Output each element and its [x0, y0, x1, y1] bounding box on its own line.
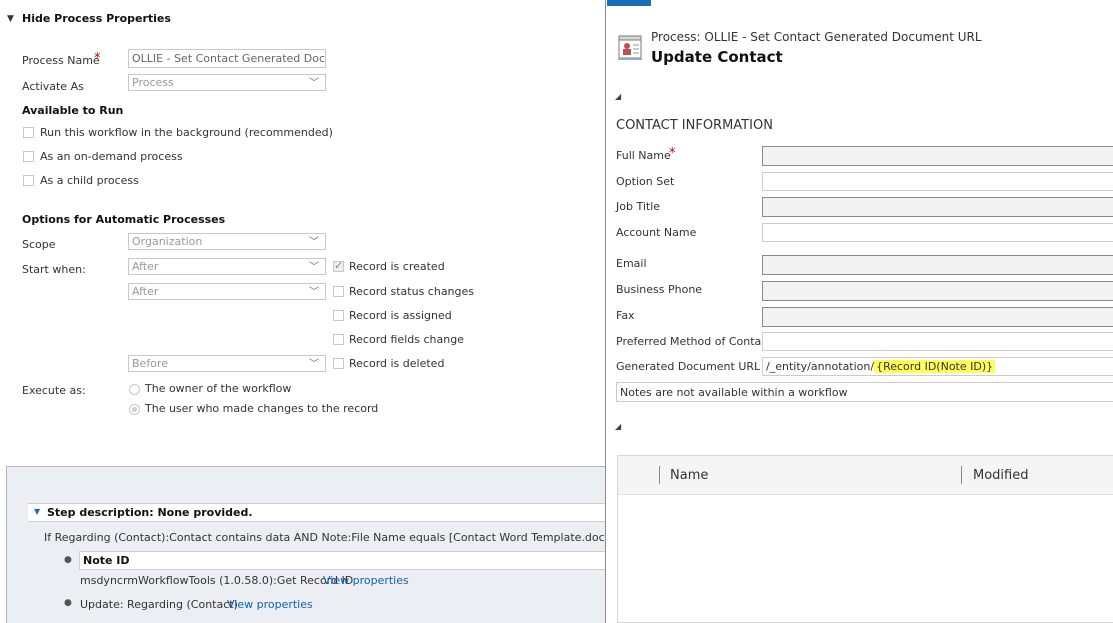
process-name-label: Process Name [22, 54, 100, 67]
form-title: Update Contact [651, 48, 783, 66]
column-name-header[interactable]: Name [670, 468, 708, 483]
bullet-icon: ● [64, 555, 72, 565]
view-properties-link-1[interactable]: View properties [323, 574, 409, 587]
record-created-label: Record is created [349, 260, 445, 273]
account-name-label: Account Name [616, 226, 697, 239]
business-phone-label: Business Phone [616, 283, 703, 296]
scope-value: Organization [132, 235, 203, 248]
after-value-1: After [132, 260, 159, 273]
preferred-contact-label: Preferred Method of Contact [616, 335, 772, 348]
exec-user-radio[interactable] [129, 404, 140, 415]
required-marker: * [669, 146, 676, 161]
generated-doc-url-label: Generated Document URL [616, 360, 761, 373]
notes-box: Notes are not available within a workflo… [616, 382, 1113, 402]
record-deleted-label: Record is deleted [349, 357, 445, 370]
column-modified-header[interactable]: Modified [973, 468, 1028, 483]
chevron-down-icon: ﹀ [309, 262, 319, 273]
exec-owner-label: The owner of the workflow [145, 382, 292, 395]
step-condition: If Regarding (Contact):Contact contains … [44, 531, 652, 544]
option-set-field[interactable] [762, 172, 1113, 191]
collapse-triangle-icon[interactable]: ▼ [7, 14, 14, 24]
record-assigned-checkbox[interactable] [333, 310, 344, 321]
before-select[interactable]: Before ﹀ [128, 355, 326, 372]
url-prefix: /_entity/annotation/ [766, 360, 875, 373]
activate-as-select[interactable]: Process ﹀ [128, 74, 326, 91]
automatic-options-heading: Options for Automatic Processes [22, 213, 226, 226]
activate-as-value: Process [132, 76, 174, 89]
subgrid: Name Modified [617, 455, 1113, 623]
run-background-label: Run this workflow in the background (rec… [40, 126, 333, 139]
job-title-field[interactable] [762, 197, 1113, 217]
execute-as-label: Execute as: [22, 384, 86, 397]
before-value: Before [132, 357, 168, 370]
step1-title: Note ID [83, 554, 130, 567]
notes-text: Notes are not available within a workflo… [620, 386, 848, 399]
fax-field[interactable] [762, 307, 1113, 327]
column-divider [659, 466, 660, 484]
column-divider [961, 466, 962, 484]
business-phone-field[interactable] [762, 281, 1113, 301]
available-to-run-heading: Available to Run [22, 104, 124, 117]
file-tab[interactable] [607, 0, 651, 6]
step1-detail: msdyncrmWorkflowTools (1.0.58.0):Get Rec… [80, 574, 354, 587]
contact-form-icon [618, 35, 642, 60]
full-name-field[interactable] [762, 146, 1113, 166]
record-status-checkbox[interactable] [333, 286, 344, 297]
chevron-down-icon: ﹀ [309, 359, 319, 370]
hide-process-properties-toggle[interactable]: Hide Process Properties [22, 12, 171, 25]
start-when-label: Start when: [22, 263, 86, 276]
scope-label: Scope [22, 238, 56, 251]
chevron-down-icon: ﹀ [309, 287, 319, 298]
step-description: Step description: None provided. [47, 506, 253, 519]
full-name-label: Full Name [616, 149, 671, 162]
run-background-checkbox[interactable] [23, 127, 34, 138]
preferred-contact-field[interactable] [762, 332, 1113, 351]
section-collapse-icon-2[interactable]: ◢ [615, 422, 621, 431]
view-properties-link-2[interactable]: View properties [227, 598, 313, 611]
exec-owner-radio[interactable] [129, 384, 140, 395]
process-name-input[interactable]: OLLIE - Set Contact Generated Documer [128, 49, 326, 68]
job-title-label: Job Title [616, 200, 661, 213]
record-id-token[interactable]: {Record ID(Note ID)} [874, 360, 996, 373]
bullet-icon: ● [64, 598, 72, 608]
step-expand-triangle-icon[interactable]: ▼ [34, 507, 40, 516]
child-process-label: As a child process [40, 174, 139, 187]
process-name-line: Process: OLLIE - Set Contact Generated D… [651, 30, 982, 44]
fax-label: Fax [616, 309, 635, 322]
record-fields-checkbox[interactable] [333, 334, 344, 345]
step2-text: Update: Regarding (Contact) [80, 598, 238, 611]
option-set-label: Option Set [616, 175, 675, 188]
generated-doc-url-field[interactable]: /_entity/annotation/{Record ID(Note ID)} [762, 357, 1113, 376]
on-demand-checkbox[interactable] [23, 151, 34, 162]
record-assigned-label: Record is assigned [349, 309, 452, 322]
chevron-down-icon: ﹀ [309, 237, 319, 248]
activate-as-label: Activate As [22, 80, 84, 93]
section-collapse-icon[interactable]: ◢ [615, 92, 621, 101]
steps-area: ▼ Step description: None provided. If Re… [6, 466, 651, 623]
child-process-checkbox[interactable] [23, 175, 34, 186]
start-after-select-2[interactable]: After ﹀ [128, 283, 326, 300]
after-value-2: After [132, 285, 159, 298]
record-created-checkbox[interactable] [333, 259, 344, 272]
record-deleted-checkbox[interactable] [333, 358, 344, 369]
record-status-label: Record status changes [349, 285, 475, 298]
step1-header [79, 551, 608, 570]
account-name-field[interactable] [762, 223, 1113, 242]
exec-user-label: The user who made changes to the record [145, 402, 379, 415]
start-after-select-1[interactable]: After ﹀ [128, 258, 326, 275]
scope-select[interactable]: Organization ﹀ [128, 233, 326, 250]
email-label: Email [616, 257, 647, 270]
contact-information-heading: CONTACT INFORMATION [616, 118, 773, 133]
on-demand-label: As an on-demand process [40, 150, 183, 163]
required-marker: * [94, 51, 101, 66]
record-fields-label: Record fields change [349, 333, 464, 346]
chevron-down-icon: ﹀ [309, 78, 319, 89]
email-field[interactable] [762, 255, 1113, 275]
